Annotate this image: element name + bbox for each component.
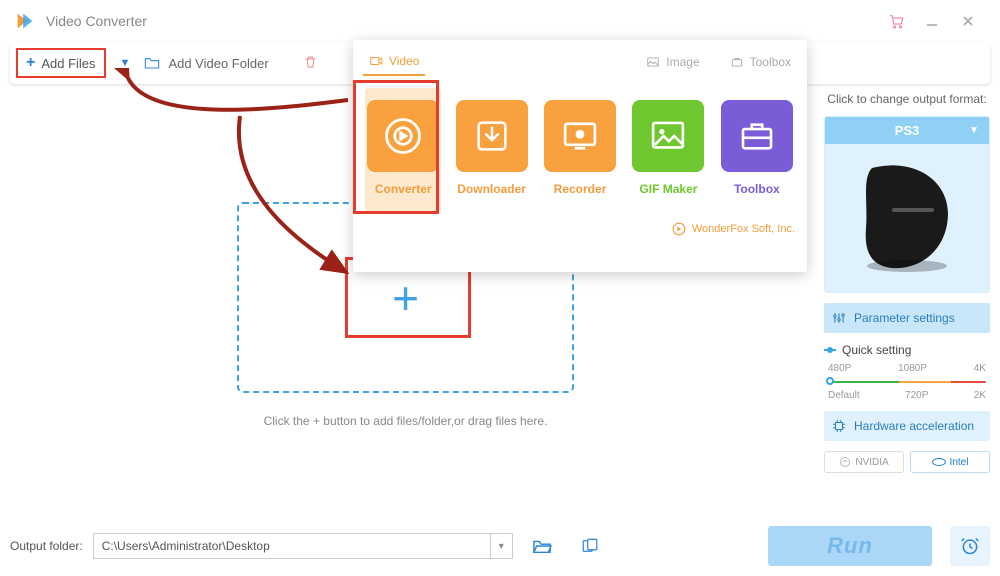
- add-files-button[interactable]: + Add Files: [16, 48, 106, 78]
- tile-gifmaker-label: GIF Maker: [639, 182, 697, 196]
- run-button-label: Run: [827, 533, 873, 559]
- tile-downloader-label: Downloader: [457, 182, 526, 196]
- app-logo-icon: [14, 10, 36, 32]
- output-folder-dropdown[interactable]: ▾: [491, 533, 513, 559]
- sidebar: Click to change output format: PS3 ▼ Par…: [824, 92, 990, 473]
- tab-video-label: Video: [389, 54, 419, 68]
- quality-tick: 720P: [905, 390, 928, 401]
- add-plus-icon: +: [392, 271, 419, 325]
- app-title: Video Converter: [46, 13, 878, 29]
- chevron-down-icon: ▼: [969, 125, 979, 136]
- tab-video[interactable]: Video: [363, 48, 425, 76]
- tile-recorder-label: Recorder: [554, 182, 607, 196]
- popup-footer-label: WonderFox Soft, Inc.: [692, 223, 795, 235]
- output-format-caption: PS3 ▼: [825, 117, 989, 144]
- quality-slider[interactable]: [828, 378, 986, 386]
- folder-icon: [144, 56, 160, 70]
- popup-tabs: Video Image Toolbox: [353, 40, 807, 76]
- title-bar: Video Converter: [0, 0, 1000, 42]
- popup-footer: WonderFox Soft, Inc.: [353, 218, 807, 244]
- sliders-icon: [832, 311, 846, 325]
- chip-icon: [832, 419, 846, 433]
- quick-setting: Quick setting 480P 1080P 4K Default 720P…: [824, 343, 990, 401]
- plus-icon: +: [26, 54, 35, 72]
- output-format-label: PS3: [895, 123, 920, 138]
- tile-converter[interactable]: Converter: [365, 88, 441, 214]
- ps3-icon: [852, 158, 962, 278]
- cart-icon[interactable]: [878, 3, 914, 39]
- quality-tick: 1080P: [898, 363, 927, 374]
- output-format-image: [825, 144, 989, 292]
- tile-toolbox-label: Toolbox: [734, 182, 780, 196]
- quality-tick: Default: [828, 390, 860, 401]
- tab-toolbox-label: Toolbox: [750, 55, 791, 69]
- image-icon: [647, 115, 689, 157]
- popup-tiles: Converter Downloader Recorder GIF Maker …: [353, 76, 807, 218]
- open-folder-icon: [531, 537, 553, 555]
- hw-chips: NVIDIA Intel: [824, 451, 990, 473]
- tile-recorder[interactable]: Recorder: [542, 88, 618, 214]
- add-files-label: Add Files: [41, 56, 95, 71]
- dot-icon: [824, 344, 836, 356]
- sidebar-header: Click to change output format:: [824, 92, 990, 106]
- module-popup: Video Image Toolbox Converter Downloader: [353, 40, 807, 272]
- run-button[interactable]: Run: [768, 526, 932, 566]
- quality-tick: 4K: [974, 363, 986, 374]
- intel-icon: [932, 457, 946, 467]
- quick-setting-label: Quick setting: [842, 343, 911, 357]
- minimize-button[interactable]: [914, 3, 950, 39]
- parameter-settings-label: Parameter settings: [854, 311, 955, 325]
- tile-toolbox[interactable]: Toolbox: [719, 88, 795, 214]
- output-format-card[interactable]: PS3 ▼: [824, 116, 990, 293]
- tile-downloader[interactable]: Downloader: [453, 88, 529, 214]
- drop-hint: Click the + button to add files/folder,o…: [237, 414, 574, 428]
- chip-nvidia-label: NVIDIA: [855, 457, 888, 468]
- briefcase-icon: [736, 115, 778, 157]
- chip-intel[interactable]: Intel: [910, 451, 990, 473]
- recorder-icon: [559, 115, 601, 157]
- output-folder-input[interactable]: [93, 533, 491, 559]
- add-video-folder-button[interactable]: Add Video Folder: [144, 56, 268, 71]
- download-icon: [472, 116, 512, 156]
- add-files-dropdown[interactable]: ▼: [120, 57, 131, 69]
- add-folder-label: Add Video Folder: [168, 56, 268, 71]
- chip-nvidia[interactable]: NVIDIA: [824, 451, 904, 473]
- tile-gifmaker[interactable]: GIF Maker: [630, 88, 706, 214]
- quality-tick: 480P: [828, 363, 851, 374]
- chip-intel-label: Intel: [950, 457, 969, 468]
- tile-converter-label: Converter: [375, 182, 432, 196]
- hardware-accel-label: Hardware acceleration: [854, 419, 974, 433]
- hardware-accel-button[interactable]: Hardware acceleration: [824, 411, 990, 441]
- quality-tick: 2K: [974, 390, 986, 401]
- output-folder-field: ▾: [93, 533, 513, 559]
- merge-button[interactable]: [571, 532, 609, 560]
- converter-icon: [381, 114, 425, 158]
- open-folder-button[interactable]: [523, 532, 561, 560]
- delete-button[interactable]: [303, 54, 318, 73]
- tab-toolbox[interactable]: Toolbox: [724, 48, 797, 76]
- tab-image[interactable]: Image: [640, 48, 705, 76]
- schedule-button[interactable]: [950, 526, 990, 566]
- tab-image-label: Image: [666, 55, 699, 69]
- parameter-settings-button[interactable]: Parameter settings: [824, 303, 990, 333]
- bottom-bar: Output folder: ▾ Run: [10, 524, 990, 568]
- output-folder-label: Output folder:: [10, 539, 83, 553]
- nvidia-icon: [839, 456, 851, 468]
- alarm-icon: [960, 536, 980, 556]
- merge-icon: [580, 537, 600, 555]
- close-button[interactable]: [950, 3, 986, 39]
- brand-icon: [672, 222, 686, 236]
